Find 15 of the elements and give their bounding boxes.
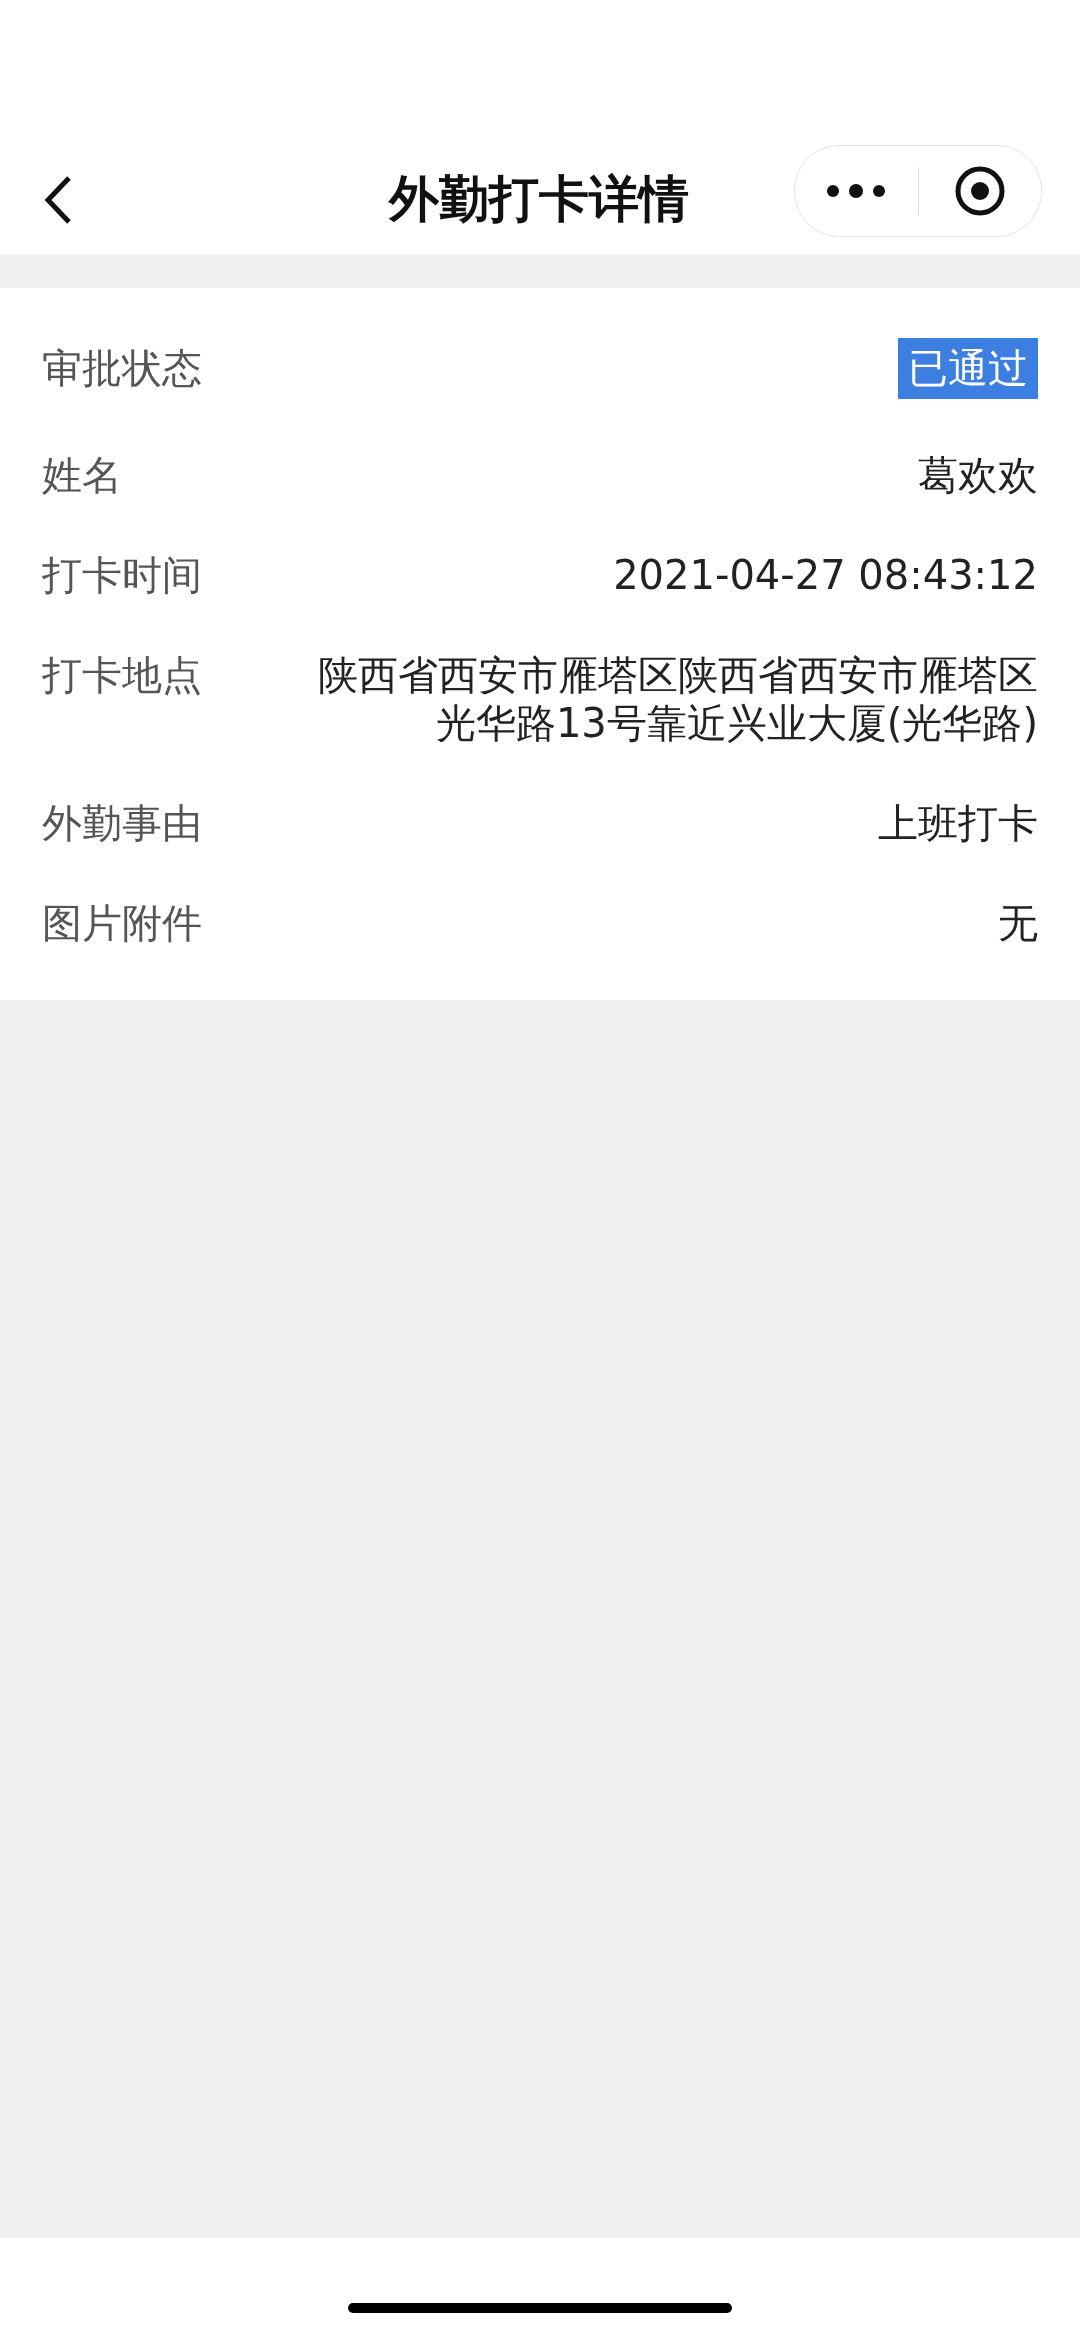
field-value: 葛欢欢 — [918, 451, 1038, 499]
field-label: 外勤事由 — [42, 799, 202, 847]
field-value: 上班打卡 — [878, 799, 1038, 847]
more-icon — [826, 183, 887, 198]
field-value: 陕西省西安市雁塔区陕西省西安市雁塔区光华路13号靠近兴业大厦(光华路) — [317, 651, 1038, 747]
field-label: 打卡时间 — [42, 551, 202, 599]
field-value: 2021-04-27 08:43:12 — [613, 551, 1038, 599]
field-value: 无 — [998, 899, 1038, 947]
field-label: 姓名 — [42, 451, 122, 499]
field-label: 图片附件 — [42, 899, 202, 947]
field-label: 审批状态 — [42, 344, 202, 392]
status-badge: 已通过 — [898, 338, 1038, 399]
field-label: 打卡地点 — [42, 651, 202, 699]
back-icon — [43, 174, 73, 225]
page-title: 外勤打卡详情 — [389, 169, 689, 230]
